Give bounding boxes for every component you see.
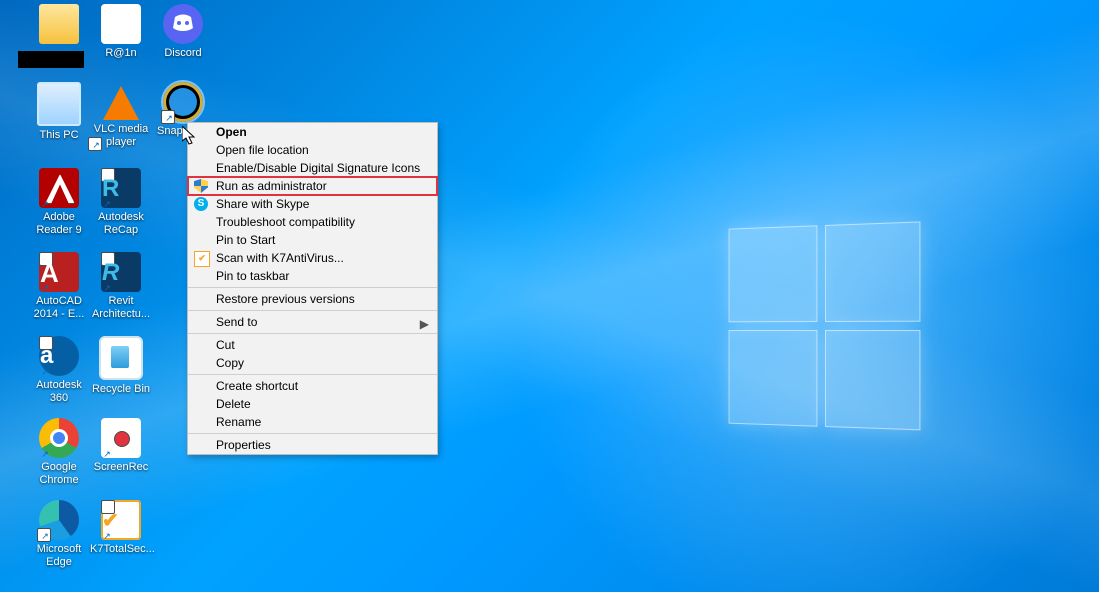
menu-item-cut[interactable]: Cut xyxy=(188,336,437,354)
desktop[interactable]: R@1nDiscordThis PCVLC media playerSnap C… xyxy=(0,0,1099,592)
desktop-icon-edge[interactable]: Microsoft Edge xyxy=(28,500,90,569)
menu-item-pin-to-taskbar[interactable]: Pin to taskbar xyxy=(188,267,437,285)
desktop-icon-label: K7TotalSec... xyxy=(90,543,152,556)
menu-item-label: Pin to taskbar xyxy=(216,269,289,283)
desktop-icon-srec[interactable]: ScreenRec xyxy=(90,418,152,474)
menu-item-label: Delete xyxy=(216,397,251,411)
menu-item-label: Restore previous versions xyxy=(216,292,355,306)
windows-logo xyxy=(729,221,929,439)
desktop-icon-chrome[interactable]: Google Chrome xyxy=(28,418,90,487)
menu-item-enable-disable-digital-signature-icons[interactable]: Enable/Disable Digital Signature Icons xyxy=(188,159,437,177)
menu-item-delete[interactable]: Delete xyxy=(188,395,437,413)
recap-icon xyxy=(101,168,141,208)
menu-separator xyxy=(188,333,437,334)
desktop-icon-label: ScreenRec xyxy=(90,461,152,474)
menu-item-label: Rename xyxy=(216,415,261,429)
menu-item-label: Enable/Disable Digital Signature Icons xyxy=(216,161,420,175)
menu-separator xyxy=(188,287,437,288)
snapcam-icon xyxy=(163,82,203,122)
desktop-icon-discord[interactable]: Discord xyxy=(152,4,214,60)
desktop-icon-label: AutoCAD 2014 - E... xyxy=(28,295,90,321)
menu-item-scan-with-k7antivirus[interactable]: Scan with K7AntiVirus... xyxy=(188,249,437,267)
menu-item-create-shortcut[interactable]: Create shortcut xyxy=(188,377,437,395)
menu-item-label: Troubleshoot compatibility xyxy=(216,215,355,229)
redaction-bar xyxy=(18,51,84,68)
desktop-icon-r01n[interactable]: R@1n xyxy=(90,4,152,60)
desktop-icon-label: Microsoft Edge xyxy=(28,543,90,569)
menu-item-troubleshoot-compatibility[interactable]: Troubleshoot compatibility xyxy=(188,213,437,231)
desktop-icon-label: Revit Architectu... xyxy=(90,295,152,321)
menu-item-label: Scan with K7AntiVirus... xyxy=(216,251,344,265)
chrome-icon xyxy=(39,418,79,458)
adobe-icon xyxy=(39,168,79,208)
desktop-icon-label: Autodesk ReCap xyxy=(90,211,152,237)
desktop-icon-label: Autodesk 360 xyxy=(28,379,90,405)
r01n-icon xyxy=(101,4,141,44)
desktop-icon-a360[interactable]: Autodesk 360 xyxy=(28,336,90,405)
revit-icon xyxy=(101,252,141,292)
desktop-icon-adobe[interactable]: Adobe Reader 9 xyxy=(28,168,90,237)
desktop-icon-label: Google Chrome xyxy=(28,461,90,487)
desktop-icon-label: Adobe Reader 9 xyxy=(28,211,90,237)
menu-separator xyxy=(188,374,437,375)
acad-icon xyxy=(39,252,79,292)
menu-item-label: Send to xyxy=(216,315,257,329)
menu-item-label: Run as administrator xyxy=(216,179,327,193)
desktop-icon-folder-unnamed[interactable] xyxy=(28,4,90,47)
desktop-icon-revit[interactable]: Revit Architectu... xyxy=(90,252,152,321)
menu-item-label: Copy xyxy=(216,356,244,370)
k7-icon xyxy=(101,500,141,540)
menu-item-run-as-administrator[interactable]: Run as administrator xyxy=(188,177,437,195)
desktop-icon-recap[interactable]: Autodesk ReCap xyxy=(90,168,152,237)
desktop-icon-label: Recycle Bin xyxy=(90,383,152,396)
desktop-icon-acad[interactable]: AutoCAD 2014 - E... xyxy=(28,252,90,321)
vlc-icon xyxy=(103,86,139,120)
menu-item-label: Properties xyxy=(216,438,271,452)
srec-icon xyxy=(101,418,141,458)
menu-item-label: Share with Skype xyxy=(216,197,309,211)
submenu-arrow-icon: ▶ xyxy=(420,315,429,333)
menu-item-restore-previous-versions[interactable]: Restore previous versions xyxy=(188,290,437,308)
menu-separator xyxy=(188,433,437,434)
menu-item-label: Pin to Start xyxy=(216,233,275,247)
menu-item-label: Cut xyxy=(216,338,235,352)
thispc-icon xyxy=(37,82,81,126)
a360-icon xyxy=(39,336,79,376)
skype-icon xyxy=(194,197,208,211)
desktop-icon-bin[interactable]: Recycle Bin xyxy=(90,336,152,396)
menu-item-open-file-location[interactable]: Open file location xyxy=(188,141,437,159)
menu-item-label: Open xyxy=(216,125,247,139)
desktop-icon-vlc[interactable]: VLC media player xyxy=(90,82,152,149)
menu-item-copy[interactable]: Copy xyxy=(188,354,437,372)
desktop-icon-label: This PC xyxy=(28,129,90,142)
discord-icon xyxy=(163,4,203,44)
desktop-icon-k7[interactable]: K7TotalSec... xyxy=(90,500,152,556)
bin-icon xyxy=(99,336,143,380)
menu-item-rename[interactable]: Rename xyxy=(188,413,437,431)
menu-item-pin-to-start[interactable]: Pin to Start xyxy=(188,231,437,249)
edge-icon xyxy=(39,500,79,540)
menu-item-share-with-skype[interactable]: Share with Skype xyxy=(188,195,437,213)
folder-unnamed-icon xyxy=(39,4,79,44)
menu-item-open[interactable]: Open xyxy=(188,123,437,141)
desktop-icon-label: Discord xyxy=(152,47,214,60)
shield-icon xyxy=(194,179,208,193)
context-menu: Open Open file location Enable/Disable Dig… xyxy=(187,122,438,455)
menu-item-label: Create shortcut xyxy=(216,379,298,393)
k7s-icon xyxy=(194,251,210,267)
menu-item-properties[interactable]: Properties xyxy=(188,436,437,454)
desktop-icon-thispc[interactable]: This PC xyxy=(28,82,90,142)
menu-item-send-to[interactable]: Send to ▶ xyxy=(188,313,437,331)
menu-item-label: Open file location xyxy=(216,143,309,157)
menu-separator xyxy=(188,310,437,311)
desktop-icon-label: R@1n xyxy=(90,47,152,60)
